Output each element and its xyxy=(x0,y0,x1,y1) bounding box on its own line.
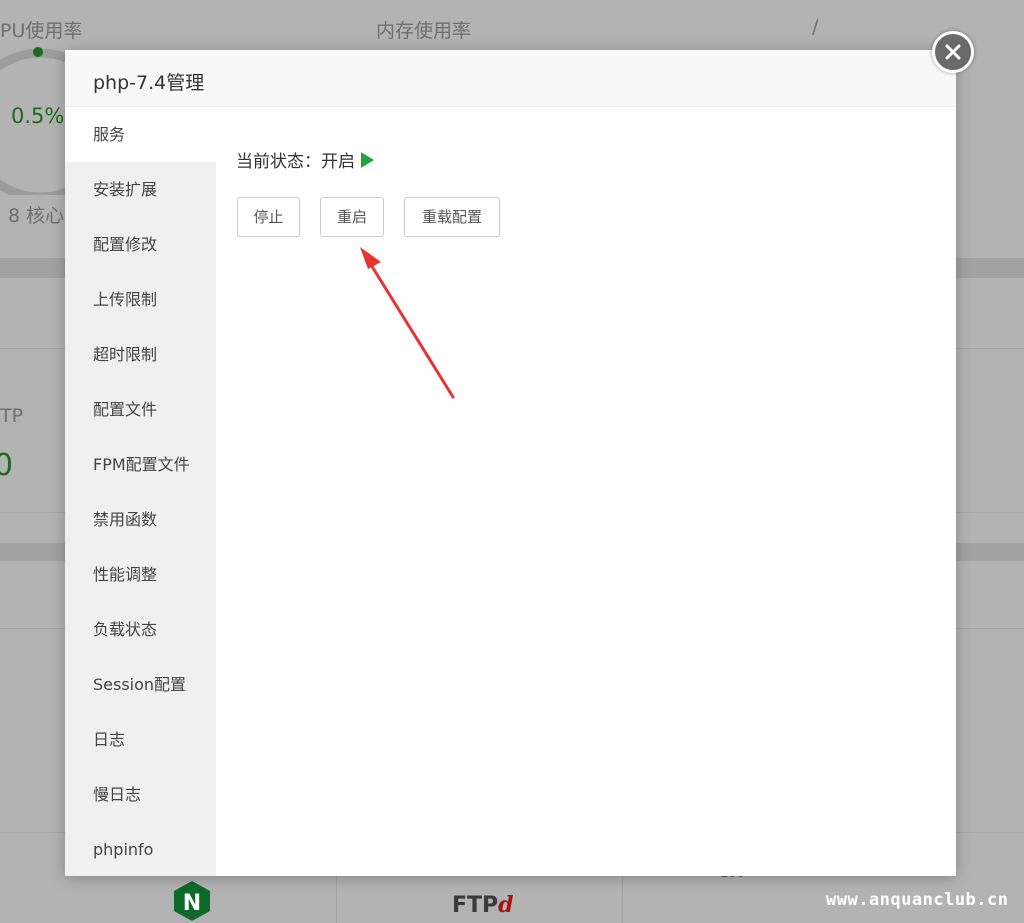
svg-text:N: N xyxy=(183,891,201,916)
dialog-close-button[interactable] xyxy=(932,31,974,73)
nginx-icon: N xyxy=(174,881,210,921)
php-manage-dialog: php-7.4管理 服务 安装扩展 配置修改 上传限制 超时限制 配置文件 FP… xyxy=(65,50,956,876)
ftpd-logo: FTPd xyxy=(452,892,514,918)
status-value: 开启 xyxy=(321,152,355,172)
sidebar-item-performance-tuning[interactable]: 性能调整 xyxy=(65,547,216,602)
sidebar-item-timeout-limit[interactable]: 超时限制 xyxy=(65,327,216,382)
dialog-header: php-7.4管理 xyxy=(65,50,956,107)
sidebar-item-slow-log[interactable]: 慢日志 xyxy=(65,767,216,822)
sidebar-item-service[interactable]: 服务 xyxy=(65,107,216,162)
memory-usage-label: 内存使用率 xyxy=(376,20,472,42)
sidebar-item-install-extensions[interactable]: 安装扩展 xyxy=(65,162,216,217)
sidebar-item-config-edit[interactable]: 配置修改 xyxy=(65,217,216,272)
reload-config-button[interactable]: 重载配置 xyxy=(404,197,500,237)
status-label: 当前状态： xyxy=(236,152,321,172)
disk-label: / xyxy=(812,16,819,38)
dialog-sidebar: 服务 安装扩展 配置修改 上传限制 超时限制 配置文件 FPM配置文件 禁用函数… xyxy=(65,107,216,876)
watermark: www.anquanclub.cn xyxy=(826,890,1009,910)
sidebar-item-upload-limit[interactable]: 上传限制 xyxy=(65,272,216,327)
sidebar-item-log[interactable]: 日志 xyxy=(65,712,216,767)
service-status: 当前状态：开启 xyxy=(236,147,374,172)
sidebar-item-config-file[interactable]: 配置文件 xyxy=(65,382,216,437)
close-icon xyxy=(945,44,961,60)
sidebar-item-disabled-functions[interactable]: 禁用函数 xyxy=(65,492,216,547)
bg-divider xyxy=(336,876,337,923)
sidebar-item-session-config[interactable]: Session配置 xyxy=(65,657,216,712)
sidebar-item-phpinfo[interactable]: phpinfo xyxy=(65,822,216,877)
sidebar-item-fpm-config-file[interactable]: FPM配置文件 xyxy=(65,437,216,492)
cpu-cores-label: 8 核心 xyxy=(8,205,65,227)
play-icon xyxy=(361,152,374,168)
cpu-usage-value: 0.5% xyxy=(11,104,65,128)
service-panel: 当前状态：开启 停止 重启 重载配置 xyxy=(216,107,956,876)
ftp-label: TP xyxy=(0,405,24,427)
sidebar-item-load-status[interactable]: 负载状态 xyxy=(65,602,216,657)
ftp-count: 0 xyxy=(0,448,14,483)
bg-divider xyxy=(622,876,623,923)
restart-button[interactable]: 重启 xyxy=(320,197,384,237)
stop-button[interactable]: 停止 xyxy=(237,197,300,237)
dialog-title: php-7.4管理 xyxy=(93,72,205,94)
